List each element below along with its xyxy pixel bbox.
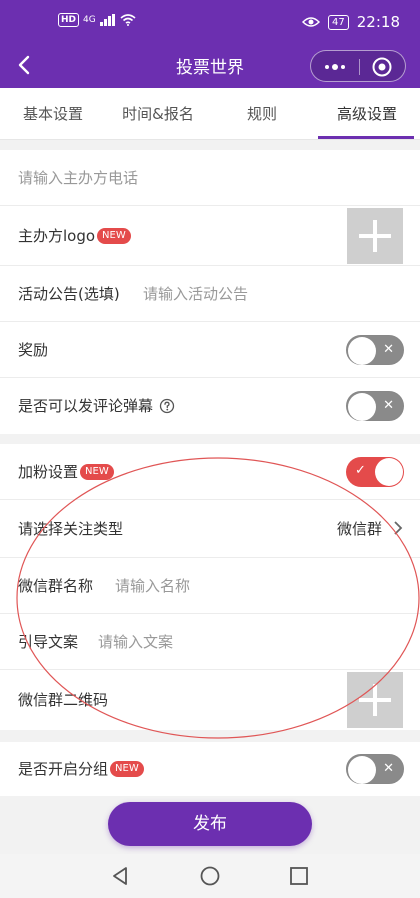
reward-label: 奖励 xyxy=(18,341,49,359)
comment-label: 是否可以发评论弹幕 xyxy=(18,397,154,415)
status-right: 47 22:18 xyxy=(302,13,400,31)
grouping-section: 是否开启分组 NEW ✕ xyxy=(0,742,420,796)
toggle-off-icon: ✕ xyxy=(383,342,394,357)
qrcode-upload-button[interactable] xyxy=(347,672,403,728)
phone-row: 请输入主办方电话 xyxy=(0,150,420,206)
comment-label-wrap: 是否可以发评论弹幕 xyxy=(18,378,175,434)
active-tab-indicator xyxy=(318,136,414,139)
notice-input[interactable]: 请输入活动公告 xyxy=(143,266,248,322)
reward-toggle[interactable]: ✕ xyxy=(346,335,404,365)
notice-label: 活动公告(选填) xyxy=(18,285,120,303)
new-badge: NEW xyxy=(80,464,114,480)
publish-button[interactable]: 发布 xyxy=(108,802,312,846)
fans-label: 加粉设置 xyxy=(18,463,79,481)
status-left: HD 4G xyxy=(58,13,136,27)
organizer-section: 请输入主办方电话 主办方logo NEW 活动公告(选填) 请输入活动公告 奖励… xyxy=(0,150,420,434)
grouping-toggle[interactable]: ✕ xyxy=(346,754,404,784)
toggle-on-check-icon: ✓ xyxy=(355,463,366,478)
close-target-icon[interactable] xyxy=(371,56,393,78)
tab-time-signup[interactable]: 时间&报名 xyxy=(106,88,210,140)
nav-bar: 投票世界 xyxy=(0,42,420,88)
notice-row: 活动公告(选填) 请输入活动公告 xyxy=(0,266,420,322)
toggle-knob xyxy=(348,756,376,784)
chevron-right-icon xyxy=(394,521,403,535)
logo-label: 主办方logo xyxy=(18,227,96,245)
toggle-knob xyxy=(375,458,403,486)
home-circle-icon[interactable] xyxy=(198,864,222,888)
toggle-off-icon: ✕ xyxy=(383,761,394,776)
fans-label-wrap: 加粉设置 NEW xyxy=(18,444,114,500)
help-circle-icon[interactable] xyxy=(159,398,175,414)
guide-input[interactable]: 请输入文案 xyxy=(98,614,173,670)
hd-indicator: HD xyxy=(58,13,80,27)
follow-type-value: 微信群 xyxy=(336,520,382,538)
phone-input[interactable]: 请输入主办方电话 xyxy=(18,150,138,206)
signal-icon xyxy=(99,14,115,26)
tab-basic-settings[interactable]: 基本设置 xyxy=(0,88,106,140)
fans-row: 加粉设置 NEW ✓ xyxy=(0,444,420,500)
fans-toggle[interactable]: ✓ xyxy=(346,457,404,487)
back-triangle-icon[interactable] xyxy=(108,864,132,888)
tab-advanced-settings[interactable]: 高级设置 xyxy=(314,88,420,140)
network-label: 4G xyxy=(83,15,96,25)
fans-section: 加粉设置 NEW ✓ 请选择关注类型 微信群 微信群名称 请输入名称 引导文案 … xyxy=(0,444,420,730)
guide-row: 引导文案 请输入文案 xyxy=(0,614,420,670)
toggle-knob xyxy=(348,337,376,365)
settings-tabs: 基本设置 时间&报名 规则 高级设置 xyxy=(0,88,420,140)
status-bar: HD 4G 47 22:18 xyxy=(0,0,420,42)
toggle-knob xyxy=(348,393,376,421)
logo-row: 主办方logo NEW xyxy=(0,206,420,266)
battery-indicator: 47 xyxy=(328,14,349,30)
group-name-label: 微信群名称 xyxy=(18,577,94,595)
wifi-icon xyxy=(120,14,136,26)
follow-type-row[interactable]: 请选择关注类型 微信群 xyxy=(0,500,420,558)
group-name-row: 微信群名称 请输入名称 xyxy=(0,558,420,614)
eye-icon xyxy=(302,17,321,27)
logo-upload-button[interactable] xyxy=(347,208,403,264)
clock: 22:18 xyxy=(356,13,400,31)
grouping-label: 是否开启分组 xyxy=(18,760,109,778)
grouping-row: 是否开启分组 NEW ✕ xyxy=(0,742,420,796)
guide-label: 引导文案 xyxy=(18,633,79,651)
system-nav-bar xyxy=(0,854,420,898)
qrcode-label: 微信群二维码 xyxy=(18,691,109,709)
qrcode-row: 微信群二维码 xyxy=(0,670,420,730)
grouping-label-wrap: 是否开启分组 NEW xyxy=(18,742,144,796)
new-badge: NEW xyxy=(97,228,131,244)
new-badge: NEW xyxy=(110,761,144,777)
follow-type-label: 请选择关注类型 xyxy=(18,520,124,538)
group-name-input[interactable]: 请输入名称 xyxy=(115,558,190,614)
publish-bar: 发布 xyxy=(0,796,420,854)
comment-toggle[interactable]: ✕ xyxy=(346,391,404,421)
comment-row: 是否可以发评论弹幕 ✕ xyxy=(0,378,420,434)
more-dots-icon[interactable] xyxy=(321,57,349,77)
miniprogram-capsule xyxy=(310,50,406,82)
tab-rules[interactable]: 规则 xyxy=(210,88,314,140)
capsule-divider xyxy=(359,59,360,75)
recents-square-icon[interactable] xyxy=(287,864,311,888)
reward-row: 奖励 ✕ xyxy=(0,322,420,378)
logo-label-wrap: 主办方logo NEW xyxy=(18,206,131,266)
toggle-off-icon: ✕ xyxy=(383,398,394,413)
